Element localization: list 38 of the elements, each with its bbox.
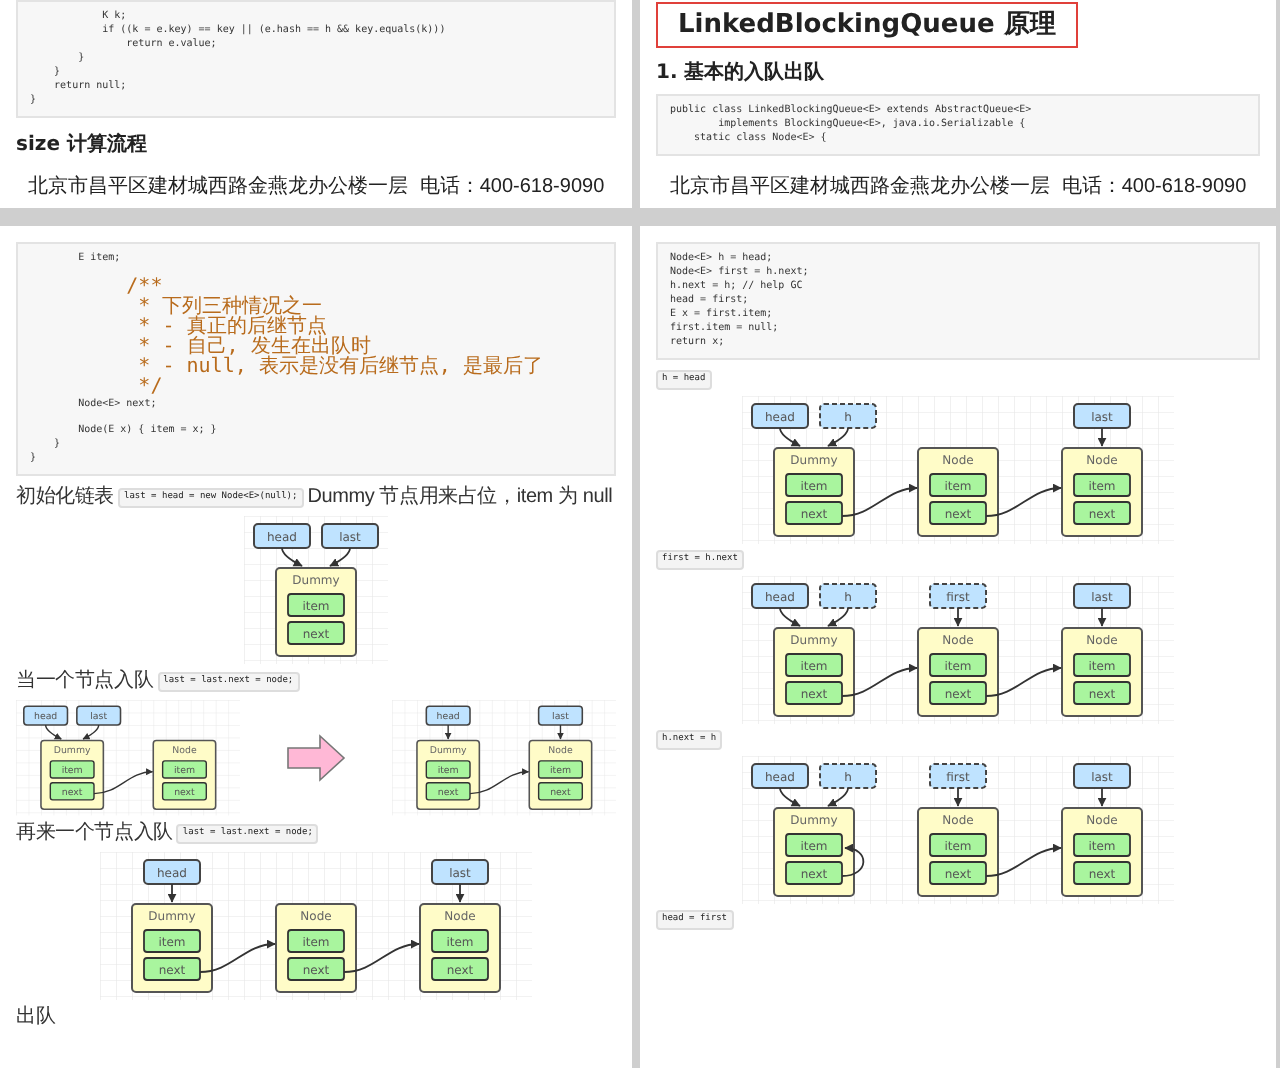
arrow [953,787,963,807]
arrow [444,724,452,740]
paragraph-text: 当一个节点入队 [16,670,154,694]
code-line: * - 自己, 发生在出队时 [136,338,371,358]
arrow [167,882,177,903]
section-heading: size 计算流程 [16,130,147,158]
code-line: * 下列三种情况之一 [136,298,323,318]
footer-address: 北京市昌平区建材城西路金燕龙办公楼一层 [669,173,1050,200]
footer-phone: 电话：400-618-9090 [419,173,605,200]
arrow [281,547,303,567]
code-line: * - null, 表示是没有后继节点, 是最后了 [136,358,545,378]
arrow [827,787,849,807]
arrow [953,607,963,627]
arrow [1097,427,1107,447]
arrow [827,607,849,627]
arrow [82,724,100,740]
arrow [556,724,564,740]
code-line: * - 真正的后继节点 [136,318,327,338]
arrow [455,882,465,903]
transition-arrow [287,733,346,782]
arrow [779,787,801,807]
arrow [827,427,849,447]
arrow [1097,787,1107,807]
arrow [779,427,801,447]
code-line: /** [124,278,163,298]
arrow [1097,607,1107,627]
paragraph-text: Dummy 节点用来占位，item 为 null [307,486,613,510]
code-line: */ [136,378,165,398]
arrow [44,724,62,740]
footer-address: 北京市昌平区建材城西路金燕龙办公楼一层 [27,173,408,200]
arrow [329,547,351,567]
paragraph-text: 初始化链表 [16,486,115,510]
paragraph-text: 出队 [16,1005,56,1030]
paragraph-text: 再来一个节点入队 [16,821,173,846]
section-heading: 1. 基本的入队出队 [656,59,825,86]
arrow [779,607,801,627]
footer-phone: 电话：400-618-9090 [1061,173,1247,200]
section-title: LinkedBlockingQueue 原理 [656,2,1078,48]
